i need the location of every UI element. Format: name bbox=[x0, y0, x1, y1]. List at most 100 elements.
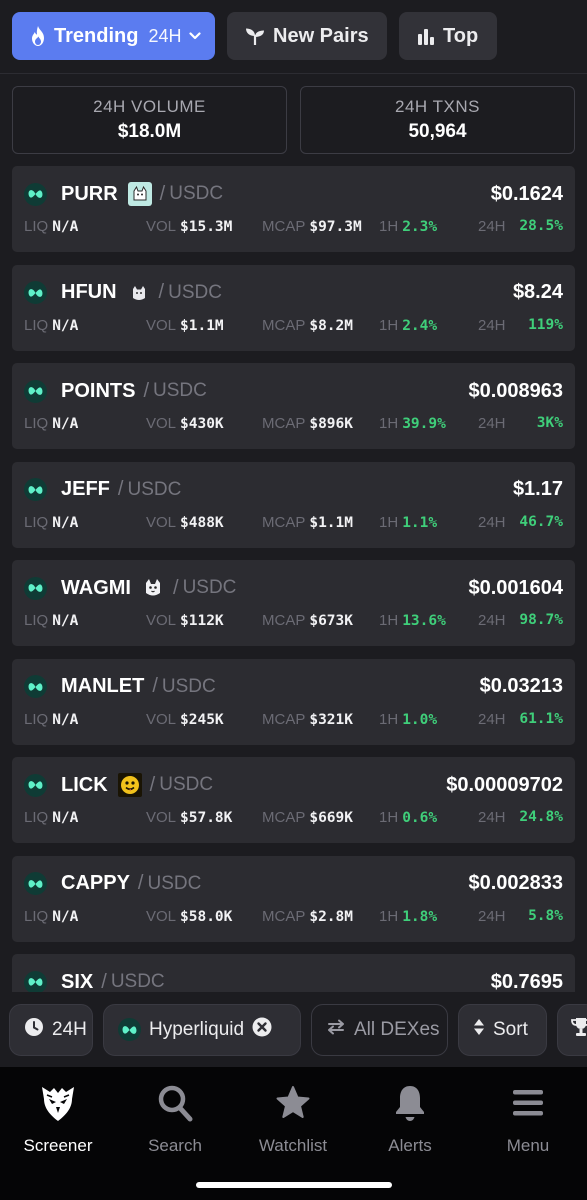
volume: VOL $15.3M bbox=[146, 218, 233, 235]
tab-trending[interactable]: Trending 24H bbox=[12, 12, 215, 60]
hyperliquid-icon bbox=[24, 872, 47, 895]
volume: VOL $112K bbox=[146, 612, 224, 629]
change-1h: 1H 13.6% bbox=[379, 612, 446, 629]
change-24h-label: 24H bbox=[478, 710, 506, 728]
bell-icon bbox=[392, 1083, 428, 1128]
token-symbol: PURR bbox=[61, 182, 118, 205]
pair-header: LICK / USDC $0.00009702 bbox=[24, 771, 563, 799]
header-divider bbox=[0, 73, 587, 74]
timeframe-label: 24H bbox=[52, 1018, 87, 1040]
pair-row[interactable]: HFUN / USDC $8.24 LIQ N/A VOL $1.1M MCAP $8… bbox=[12, 264, 575, 351]
market-cap: MCAP $669K bbox=[262, 809, 353, 826]
pair-row[interactable]: JEFF / USDC $1.17 LIQ N/A VOL $488K MCAP $1… bbox=[12, 461, 575, 548]
clear-chain-icon[interactable] bbox=[252, 1017, 272, 1043]
pair-header: POINTS / USDC $0.008963 bbox=[24, 377, 563, 405]
hyperliquid-icon bbox=[24, 182, 47, 206]
token-logo-icon bbox=[127, 281, 151, 305]
change-24h-label: 24H bbox=[478, 415, 506, 432]
pair-row[interactable]: WAGMI / USDC $0.001604 LIQ N/A VOL $112K M… bbox=[12, 560, 575, 646]
nav-watchlist[interactable]: Watchlist bbox=[243, 1083, 343, 1156]
top-tabs: Trending 24H New Pairs Top bbox=[12, 12, 575, 60]
pair-row[interactable]: POINTS / USDC $0.008963 LIQ N/A VOL $430K … bbox=[12, 363, 575, 449]
stats-row: 24H VOLUME $18.0M 24H TXNS 50,964 bbox=[12, 86, 575, 154]
pair-metrics: LIQ N/A VOL $1.1M MCAP $8.2M 1H 2.4% 24H 119… bbox=[24, 317, 563, 339]
token-symbol: MANLET bbox=[61, 675, 145, 697]
change-24h-label: 24H bbox=[478, 513, 506, 531]
bar-chart-icon bbox=[417, 27, 435, 45]
clock-icon bbox=[24, 1017, 44, 1043]
pair-header: JEFF / USDC $1.17 bbox=[24, 476, 563, 504]
nav-alerts[interactable]: Alerts bbox=[360, 1083, 460, 1156]
dex-filter[interactable]: All DEXes bbox=[311, 1003, 448, 1056]
change-24h-label: 24H bbox=[478, 316, 506, 334]
nav-screener[interactable]: Screener bbox=[8, 1083, 108, 1156]
tab-new-pairs[interactable]: New Pairs bbox=[227, 12, 387, 60]
pair-row[interactable]: MANLET / USDC $0.03213 LIQ N/A VOL $245K M… bbox=[12, 658, 575, 745]
liquidity: LIQ N/A bbox=[24, 907, 79, 925]
eagle-icon bbox=[38, 1083, 78, 1128]
hyperliquid-icon bbox=[24, 379, 47, 403]
nav-search[interactable]: Search bbox=[125, 1083, 225, 1156]
hyperliquid-icon bbox=[24, 970, 47, 994]
token-symbol: LICK bbox=[61, 773, 108, 796]
change-1h: 1H 2.3% bbox=[379, 218, 438, 235]
trophy-icon bbox=[570, 1017, 587, 1043]
sort-label: Sort bbox=[493, 1018, 528, 1040]
pair-row[interactable]: LICK / USDC $0.00009702 LIQ N/A VOL $57.8K… bbox=[12, 757, 575, 843]
pair-row[interactable]: CAPPY / USDC $0.002833 LIQ N/A VOL $58.0K … bbox=[12, 855, 575, 942]
pair-header: MANLET / USDC $0.03213 bbox=[24, 673, 563, 701]
change-24h: 46.7% bbox=[519, 513, 563, 530]
pair-metrics: LIQ N/A VOL $15.3M MCAP $97.3M 1H 2.3% 24H 2… bbox=[24, 218, 563, 240]
market-cap: MCAP $896K bbox=[262, 415, 353, 432]
pair-metrics: LIQ N/A VOL $112K MCAP $673K 1H 13.6% 24H 98… bbox=[24, 612, 563, 634]
pair-metrics: LIQ N/A VOL $488K MCAP $1.1M 1H 1.1% 24H 46.… bbox=[24, 514, 563, 536]
pair-separator: / bbox=[158, 281, 165, 303]
volume-value: $18.0M bbox=[117, 121, 182, 142]
volume-stat: 24H VOLUME $18.0M bbox=[12, 86, 287, 154]
token-logo-icon bbox=[117, 773, 142, 797]
tab-trending-label: Trending bbox=[54, 24, 139, 47]
liquidity: LIQ N/A bbox=[24, 415, 79, 432]
pair-separator: / bbox=[101, 970, 107, 993]
chain-filter[interactable]: Hyperliquid bbox=[103, 1003, 301, 1056]
change-24h-label: 24H bbox=[478, 612, 506, 629]
market-cap: MCAP $2.8M bbox=[262, 907, 353, 925]
txns-label: 24H TXNS bbox=[395, 97, 480, 116]
sort-icon bbox=[473, 1018, 485, 1042]
token-price: $1.17 bbox=[512, 478, 563, 500]
txns-stat: 24H TXNS 50,964 bbox=[300, 86, 575, 154]
volume: VOL $57.8K bbox=[146, 809, 233, 826]
change-1h: 1H 0.6% bbox=[379, 809, 438, 826]
hyperliquid-icon bbox=[24, 576, 47, 600]
pair-header: PURR / USDC $0.1624 bbox=[24, 180, 563, 208]
change-1h: 1H 2.4% bbox=[379, 316, 438, 334]
pair-separator: / bbox=[117, 478, 124, 500]
token-price: $0.1624 bbox=[490, 182, 563, 205]
pair-separator: / bbox=[149, 773, 156, 796]
pair-row[interactable]: PURR / USDC $0.1624 LIQ N/A VOL $15.3M MCA… bbox=[12, 166, 575, 252]
hyperliquid-icon bbox=[24, 773, 47, 797]
change-24h-label: 24H bbox=[478, 809, 506, 826]
nav-screener-label: Screener bbox=[23, 1136, 93, 1155]
pair-metrics: LIQ N/A VOL $245K MCAP $321K 1H 1.0% 24H 61.… bbox=[24, 711, 563, 733]
timeframe-filter[interactable]: 24H bbox=[9, 1003, 93, 1056]
change-1h: 1H 1.0% bbox=[379, 710, 438, 728]
search-icon bbox=[156, 1083, 194, 1128]
nav-alerts-label: Alerts bbox=[388, 1136, 432, 1155]
tab-top[interactable]: Top bbox=[399, 12, 497, 60]
liquidity: LIQ N/A bbox=[24, 316, 79, 334]
change-24h-label: 24H bbox=[478, 218, 506, 235]
volume: VOL $245K bbox=[146, 710, 224, 728]
token-symbol: SIX bbox=[61, 970, 94, 993]
quote-symbol: USDC bbox=[168, 281, 222, 303]
hyperliquid-icon bbox=[24, 675, 47, 698]
tab-trending-period: 24H bbox=[148, 25, 182, 46]
rankings-button[interactable] bbox=[557, 1003, 587, 1056]
change-24h: 5.8% bbox=[528, 907, 563, 924]
sort-button[interactable]: Sort bbox=[458, 1003, 547, 1056]
pair-header: CAPPY / USDC $0.002833 bbox=[24, 870, 563, 898]
token-price: $0.008963 bbox=[468, 379, 563, 402]
pair-list: PURR / USDC $0.1624 LIQ N/A VOL $15.3M MCA… bbox=[12, 166, 575, 1053]
nav-menu[interactable]: Menu bbox=[478, 1083, 578, 1156]
liquidity: LIQ N/A bbox=[24, 513, 79, 531]
